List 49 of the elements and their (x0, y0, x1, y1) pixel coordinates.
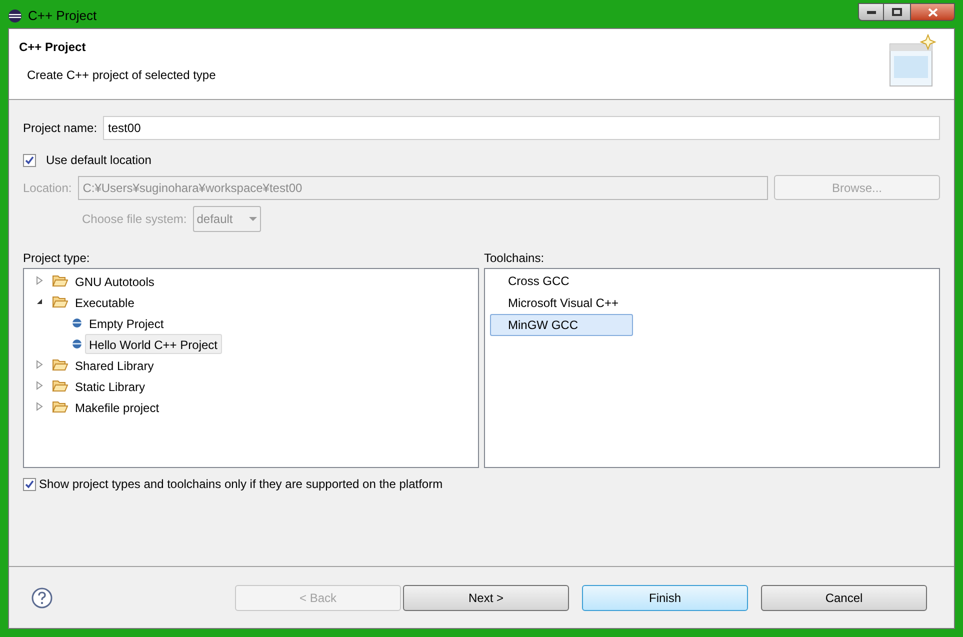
expand-triangle-icon[interactable] (36, 276, 42, 285)
folder-icon (52, 294, 68, 308)
help-icon[interactable] (31, 586, 53, 608)
toolchain-item[interactable]: Cross GCC (490, 270, 633, 292)
close-icon (928, 8, 938, 16)
tree-item[interactable]: Executable (71, 292, 138, 312)
toolchains-label: Toolchains: (484, 250, 546, 267)
expand-triangle-icon[interactable] (36, 402, 42, 411)
collapse-triangle-icon[interactable] (36, 298, 42, 305)
folder-icon (52, 274, 68, 288)
dialog-button[interactable]: Next > (403, 584, 569, 610)
bullet-icon (72, 318, 82, 328)
project-name-field[interactable]: test00 (103, 116, 940, 140)
minimize-icon (866, 10, 876, 14)
minimize-button[interactable] (858, 3, 884, 21)
tree-item[interactable]: Empty Project (85, 312, 168, 332)
project-name-label: Project name: (23, 120, 98, 137)
checkbox-label: Use default location (46, 152, 152, 169)
close-button[interactable] (910, 3, 955, 21)
tree-item[interactable]: GNU Autotools (71, 270, 158, 290)
tree-item[interactable]: Hello World C++ Project (85, 334, 222, 354)
toolchain-item[interactable]: MinGW GCC (490, 314, 633, 336)
location-label: Location: (23, 180, 72, 196)
expand-triangle-icon[interactable] (36, 360, 42, 369)
checkbox[interactable] (23, 154, 36, 166)
project-type-label: Project type: (23, 250, 91, 267)
dropdown-arrow-icon (248, 217, 257, 221)
file-system-label: Choose file system: (82, 211, 187, 228)
checkbox[interactable] (23, 478, 36, 490)
checkmark-icon (25, 156, 34, 164)
toolchain-item[interactable]: Microsoft Visual C++ (490, 292, 633, 314)
expand-triangle-icon[interactable] (36, 381, 42, 390)
window-title: C++ Project (28, 6, 97, 25)
header-subtitle: Create C++ project of selected type (27, 67, 216, 84)
dialog-button[interactable]: Finish (582, 584, 748, 610)
folder-icon (52, 378, 68, 392)
maximize-icon (892, 8, 902, 16)
eclipse-logo-icon (8, 8, 22, 22)
bullet-icon (72, 338, 82, 348)
maximize-button[interactable] (884, 3, 910, 21)
tree-item[interactable]: Static Library (71, 376, 150, 396)
folder-icon (52, 400, 68, 414)
tree-item[interactable]: Makefile project (71, 396, 164, 416)
checkbox-label: Show project types and toolchains only if they are supported on the platform (39, 476, 443, 493)
checkmark-icon (25, 480, 34, 488)
dialog-button[interactable]: Cancel (761, 584, 927, 610)
header-title: C++ Project (19, 39, 87, 56)
folder-icon (52, 358, 68, 372)
tree-item[interactable]: Shared Library (71, 354, 158, 374)
